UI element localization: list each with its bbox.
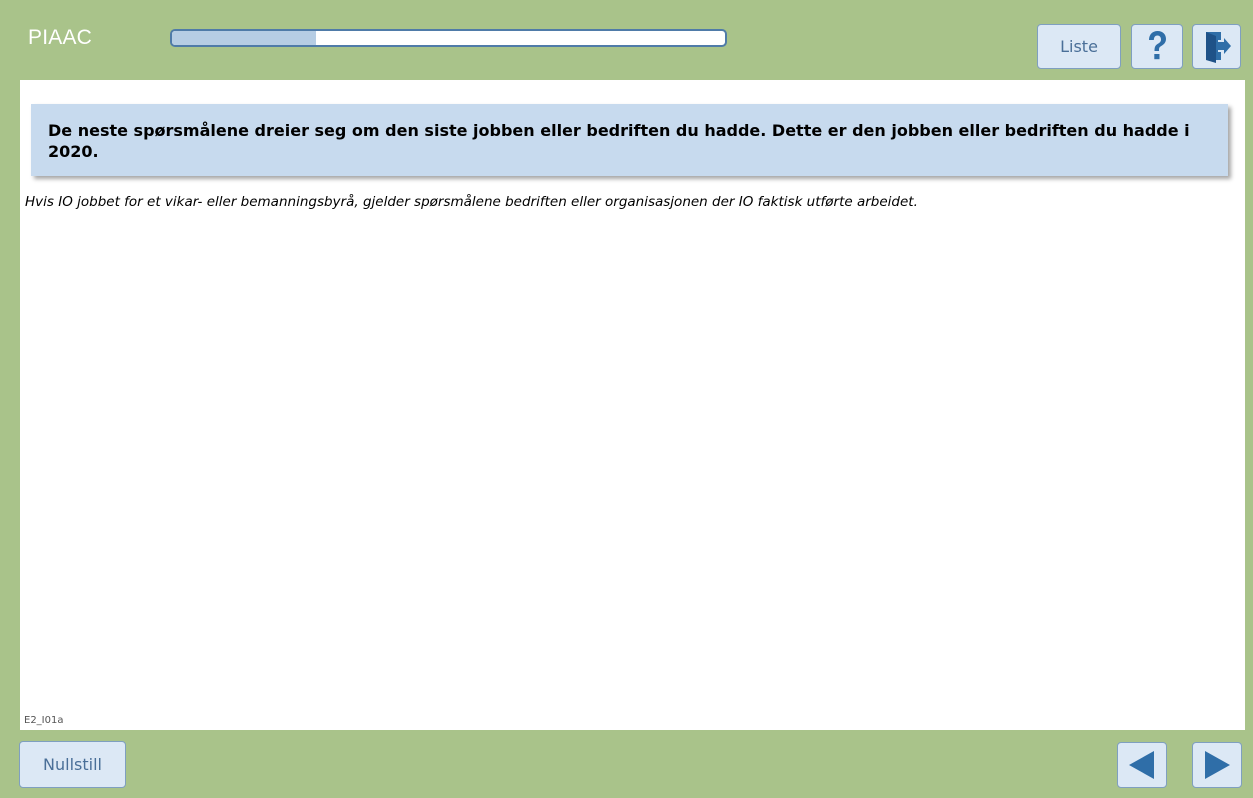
previous-button[interactable] bbox=[1117, 742, 1167, 788]
question-box: De neste spørsmålene dreier seg om den s… bbox=[31, 104, 1228, 176]
reset-button-label: Nullstill bbox=[43, 755, 102, 774]
reset-button[interactable]: Nullstill bbox=[19, 741, 126, 788]
app-title: PIAAC bbox=[28, 26, 93, 49]
progress-bar-fill bbox=[172, 31, 316, 45]
screen-id: E2_I01a bbox=[24, 715, 64, 726]
arrow-left-icon bbox=[1129, 751, 1154, 779]
question-mark-icon bbox=[1149, 30, 1166, 59]
progress-bar bbox=[170, 29, 727, 47]
help-button[interactable] bbox=[1131, 24, 1183, 69]
content-panel: De neste spørsmålene dreier seg om den s… bbox=[20, 80, 1245, 730]
liste-button-label: Liste bbox=[1060, 37, 1098, 56]
exit-door-icon bbox=[1205, 31, 1231, 63]
arrow-right-icon bbox=[1205, 751, 1230, 779]
next-button[interactable] bbox=[1192, 742, 1242, 788]
exit-button[interactable] bbox=[1192, 24, 1241, 69]
question-text: De neste spørsmålene dreier seg om den s… bbox=[48, 121, 1190, 161]
liste-button[interactable]: Liste bbox=[1037, 24, 1121, 69]
instruction-text: Hvis IO jobbet for et vikar- eller beman… bbox=[25, 194, 918, 210]
